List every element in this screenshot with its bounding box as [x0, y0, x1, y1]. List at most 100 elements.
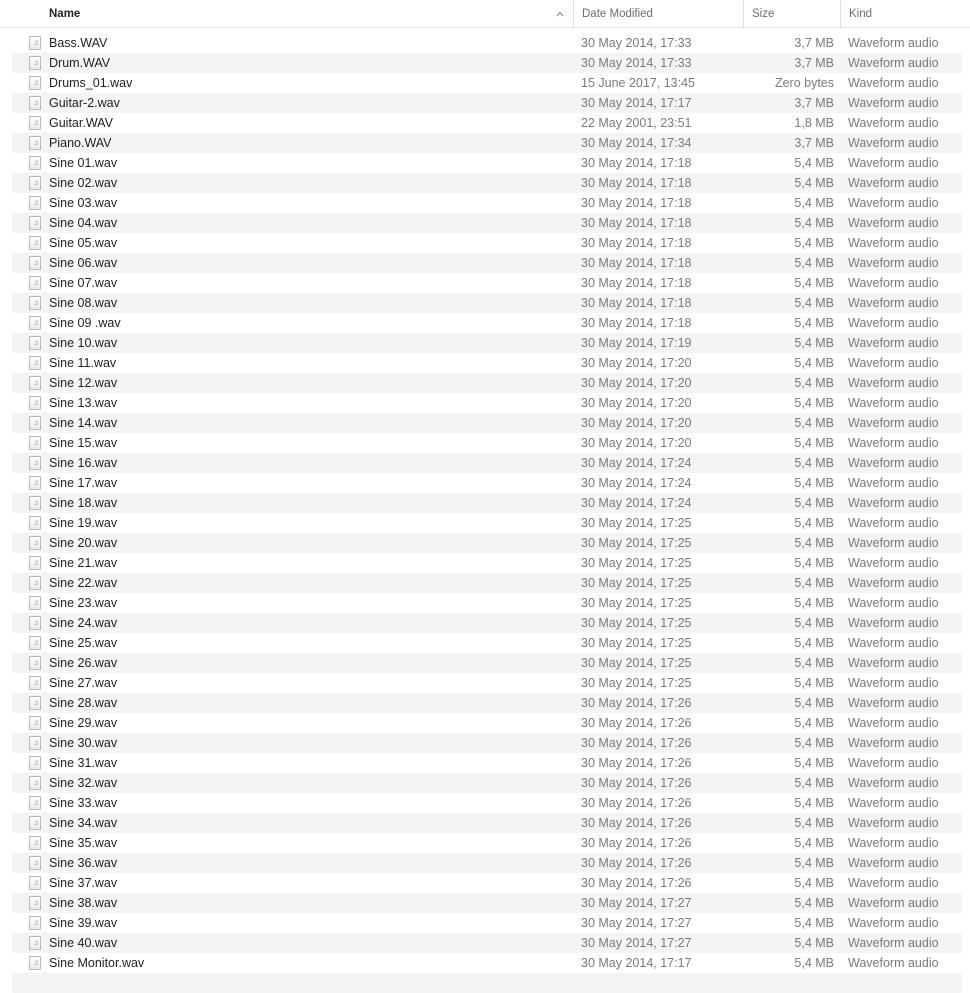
file-row[interactable]: ♫ Sine 02.wav 30 May 2014, 17:18 5,4 MB Wave… [12, 173, 962, 193]
file-size: 1,8 MB [794, 116, 834, 130]
audio-file-icon: ♫ [29, 616, 41, 630]
file-row[interactable]: ♫ Sine 40.wav 30 May 2014, 17:27 5,4 MB Wave… [12, 933, 962, 953]
file-row[interactable]: ♫ Sine 27.wav 30 May 2014, 17:25 5,4 MB Wave… [12, 673, 962, 693]
file-row[interactable]: ♫ Sine 18.wav 30 May 2014, 17:24 5,4 MB Wave… [12, 493, 962, 513]
file-row[interactable]: ♫ Sine 30.wav 30 May 2014, 17:26 5,4 MB Wave… [12, 733, 962, 753]
file-name: Sine 13.wav [49, 396, 118, 410]
file-row[interactable]: ♫ Sine 17.wav 30 May 2014, 17:24 5,4 MB Wave… [12, 473, 962, 493]
file-name: Sine 26.wav [49, 656, 118, 670]
file-row[interactable]: ♫ Sine 09 .wav 30 May 2014, 17:18 5,4 MB Wav… [12, 313, 962, 333]
audio-file-icon: ♫ [29, 856, 41, 870]
file-date-modified: 30 May 2014, 17:25 [581, 596, 692, 610]
file-row[interactable]: ♫ Sine 07.wav 30 May 2014, 17:18 5,4 MB Wave… [12, 273, 962, 293]
file-row[interactable]: ♫ Sine 38.wav 30 May 2014, 17:27 5,4 MB Wave… [12, 893, 962, 913]
file-row[interactable]: ♫ Sine 21.wav 30 May 2014, 17:25 5,4 MB Wave… [12, 553, 962, 573]
file-row[interactable]: ♫ Drums_01.wav 15 June 2017, 13:45 Zero byt… [12, 73, 962, 93]
file-size: 5,4 MB [794, 676, 834, 690]
file-date-modified: 30 May 2014, 17:20 [581, 436, 692, 450]
file-row[interactable]: ♫ Sine 13.wav 30 May 2014, 17:20 5,4 MB Wave… [12, 393, 962, 413]
column-header-date-modified[interactable]: Date Modified [573, 0, 743, 27]
file-row[interactable]: ♫ Sine 16.wav 30 May 2014, 17:24 5,4 MB Wave… [12, 453, 962, 473]
file-name: Sine 05.wav [49, 236, 118, 250]
file-size: 3,7 MB [794, 96, 834, 110]
file-name: Sine 16.wav [49, 456, 118, 470]
file-row[interactable]: ♫ Drum.WAV 30 May 2014, 17:33 3,7 MB Wavefor… [12, 53, 962, 73]
file-date-modified: 30 May 2014, 17:26 [581, 796, 692, 810]
file-row[interactable]: ♫ Sine 35.wav 30 May 2014, 17:26 5,4 MB Wave… [12, 833, 962, 853]
audio-file-icon: ♫ [29, 496, 41, 510]
audio-file-icon: ♫ [29, 216, 41, 230]
file-size: 5,4 MB [794, 896, 834, 910]
audio-file-icon: ♫ [29, 596, 41, 610]
file-row[interactable]: ♫ Sine 10.wav 30 May 2014, 17:19 5,4 MB Wave… [12, 333, 962, 353]
file-row[interactable]: ♫ Sine 37.wav 30 May 2014, 17:26 5,4 MB Wave… [12, 873, 962, 893]
file-date-modified: 30 May 2014, 17:18 [581, 196, 692, 210]
file-list: ♫ Bass.WAV 30 May 2014, 17:33 3,7 MB Wavefor… [12, 33, 962, 993]
audio-file-icon: ♫ [29, 316, 41, 330]
file-row[interactable]: ♫ Sine 22.wav 30 May 2014, 17:25 5,4 MB Wave… [12, 573, 962, 593]
file-kind: Waveform audio [848, 176, 939, 190]
file-row[interactable]: ♫ Sine 34.wav 30 May 2014, 17:26 5,4 MB Wave… [12, 813, 962, 833]
chevron-up-icon[interactable] [556, 10, 564, 18]
file-size: 5,4 MB [794, 716, 834, 730]
file-date-modified: 30 May 2014, 17:26 [581, 856, 692, 870]
file-row[interactable]: ♫ Sine 23.wav 30 May 2014, 17:25 5,4 MB Wave… [12, 593, 962, 613]
file-name: Sine 36.wav [49, 856, 118, 870]
file-row[interactable]: ♫ Sine Monitor.wav 30 May 2014, 17:17 5,4 M… [12, 953, 962, 973]
file-row[interactable]: ♫ Sine 08.wav 30 May 2014, 17:18 5,4 MB Wave… [12, 293, 962, 313]
file-row[interactable]: ♫ Sine 28.wav 30 May 2014, 17:26 5,4 MB Wave… [12, 693, 962, 713]
file-name: Sine 35.wav [49, 836, 118, 850]
file-name: Sine 37.wav [49, 876, 118, 890]
file-name: Sine 24.wav [49, 616, 118, 630]
column-header-kind[interactable]: Kind [840, 0, 970, 27]
file-row[interactable]: ♫ Sine 25.wav 30 May 2014, 17:25 5,4 MB Wave… [12, 633, 962, 653]
audio-file-icon: ♫ [29, 276, 41, 290]
file-size: 5,4 MB [794, 736, 834, 750]
file-row[interactable]: ♫ Sine 24.wav 30 May 2014, 17:25 5,4 MB Wave… [12, 613, 962, 633]
file-kind: Waveform audio [848, 516, 939, 530]
file-date-modified: 30 May 2014, 17:18 [581, 156, 692, 170]
file-date-modified: 30 May 2014, 17:25 [581, 616, 692, 630]
file-row[interactable]: ♫ Sine 29.wav 30 May 2014, 17:26 5,4 MB Wave… [12, 713, 962, 733]
file-row[interactable]: ♫ Sine 36.wav 30 May 2014, 17:26 5,4 MB Wave… [12, 853, 962, 873]
audio-file-icon: ♫ [29, 476, 41, 490]
file-row[interactable]: ♫ Sine 32.wav 30 May 2014, 17:26 5,4 MB Wave… [12, 773, 962, 793]
file-row[interactable]: ♫ Guitar.WAV 22 May 2001, 23:51 1,8 MB Wavef… [12, 113, 962, 133]
file-row[interactable]: ♫ Guitar-2.wav 30 May 2014, 17:17 3,7 MB Wav… [12, 93, 962, 113]
file-row[interactable]: ♫ Piano.WAV 30 May 2014, 17:34 3,7 MB Wavefo… [12, 133, 962, 153]
file-row[interactable]: ♫ Sine 01.wav 30 May 2014, 17:18 5,4 MB Wave… [12, 153, 962, 173]
file-date-modified: 30 May 2014, 17:18 [581, 176, 692, 190]
file-size: 3,7 MB [794, 56, 834, 70]
audio-file-icon: ♫ [29, 56, 41, 70]
file-row[interactable]: ♫ Sine 06.wav 30 May 2014, 17:18 5,4 MB Wave… [12, 253, 962, 273]
audio-file-icon: ♫ [29, 756, 41, 770]
file-name: Sine 38.wav [49, 896, 118, 910]
file-row[interactable]: ♫ Sine 03.wav 30 May 2014, 17:18 5,4 MB Wave… [12, 193, 962, 213]
file-row[interactable]: ♫ Sine 19.wav 30 May 2014, 17:25 5,4 MB Wave… [12, 513, 962, 533]
file-row[interactable]: ♫ Sine 11.wav 30 May 2014, 17:20 5,4 MB Wave… [12, 353, 962, 373]
file-row[interactable]: ♫ Sine 31.wav 30 May 2014, 17:26 5,4 MB Wave… [12, 753, 962, 773]
file-row[interactable]: ♫ Sine 15.wav 30 May 2014, 17:20 5,4 MB Wave… [12, 433, 962, 453]
file-row[interactable]: ♫ Sine 33.wav 30 May 2014, 17:26 5,4 MB Wave… [12, 793, 962, 813]
file-row[interactable]: ♫ Sine 39.wav 30 May 2014, 17:27 5,4 MB Wave… [12, 913, 962, 933]
file-size: 5,4 MB [794, 876, 834, 890]
file-name: Sine 25.wav [49, 636, 118, 650]
file-row[interactable]: ♫ Sine 20.wav 30 May 2014, 17:25 5,4 MB Wave… [12, 533, 962, 553]
column-header-size[interactable]: Size [743, 0, 840, 27]
file-row[interactable]: ♫ Sine 26.wav 30 May 2014, 17:25 5,4 MB Wave… [12, 653, 962, 673]
file-name: Sine 03.wav [49, 196, 118, 210]
file-date-modified: 30 May 2014, 17:17 [581, 96, 692, 110]
file-kind: Waveform audio [848, 336, 939, 350]
file-row[interactable]: ♫ Sine 14.wav 30 May 2014, 17:20 5,4 MB Wave… [12, 413, 962, 433]
file-size: 5,4 MB [794, 556, 834, 570]
file-size: 5,4 MB [794, 656, 834, 670]
file-row[interactable]: ♫ Sine 05.wav 30 May 2014, 17:18 5,4 MB Wave… [12, 233, 962, 253]
column-header-name[interactable]: Name [49, 0, 569, 27]
file-name: Sine 22.wav [49, 576, 118, 590]
file-row[interactable]: ♫ Sine 12.wav 30 May 2014, 17:20 5,4 MB Wave… [12, 373, 962, 393]
file-size: 5,4 MB [794, 196, 834, 210]
file-row[interactable]: ♫ Bass.WAV 30 May 2014, 17:33 3,7 MB Wavefor… [12, 33, 962, 53]
file-name: Sine 30.wav [49, 736, 118, 750]
file-kind: Waveform audio [848, 136, 939, 150]
file-row[interactable]: ♫ Sine 04.wav 30 May 2014, 17:18 5,4 MB Wave… [12, 213, 962, 233]
